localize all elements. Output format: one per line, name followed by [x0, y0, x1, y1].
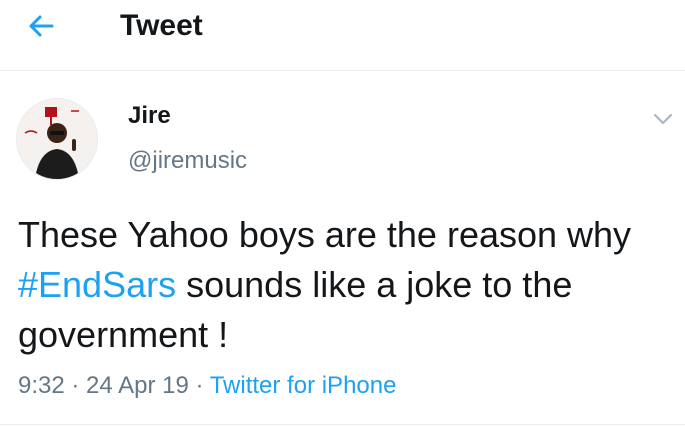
hashtag-link[interactable]: #EndSars [18, 264, 176, 305]
tweet-text: These Yahoo boys are the reason why #End… [18, 210, 678, 360]
tweet-time: 9:32 [18, 372, 65, 399]
arrow-left-icon[interactable] [26, 10, 58, 42]
avatar[interactable] [16, 98, 98, 180]
meta-separator: · [188, 372, 210, 399]
meta-separator: · [64, 372, 87, 399]
tweet-source-link[interactable]: Twitter for iPhone [210, 372, 397, 399]
tweet-header: Tweet [0, 0, 685, 71]
author-name[interactable]: Jire [128, 100, 171, 132]
tweet-date: 24 Apr 19 [86, 372, 189, 399]
tweet-text-before: These Yahoo boys are the reason why [18, 214, 632, 255]
avatar-image [17, 99, 97, 179]
divider [0, 424, 685, 425]
tweet-meta: 9:32 · 24 Apr 19 · Twitter for iPhone [18, 370, 396, 402]
author-handle[interactable]: @jiremusic [128, 145, 247, 177]
chevron-down-icon[interactable] [650, 106, 676, 132]
page-title: Tweet [120, 9, 203, 42]
